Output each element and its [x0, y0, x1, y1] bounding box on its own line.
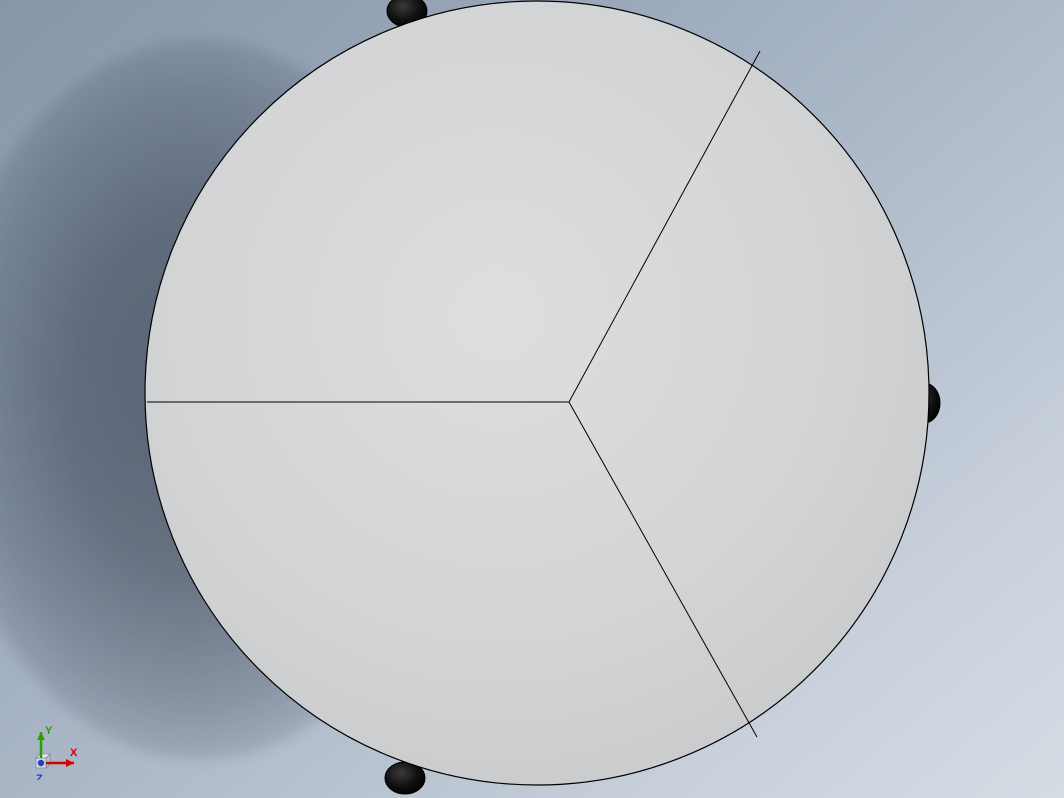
- orientation-triad[interactable]: X Y Z: [18, 710, 88, 780]
- x-axis-label: X: [70, 747, 78, 759]
- disc-face[interactable]: [145, 1, 929, 785]
- x-axis-icon: X: [46, 747, 78, 767]
- y-axis-label: Y: [45, 725, 53, 737]
- model-canvas[interactable]: [0, 0, 1064, 798]
- cad-viewport[interactable]: X Y Z: [0, 0, 1064, 798]
- z-axis-label: Z: [36, 773, 43, 780]
- y-axis-icon: Y: [37, 725, 53, 758]
